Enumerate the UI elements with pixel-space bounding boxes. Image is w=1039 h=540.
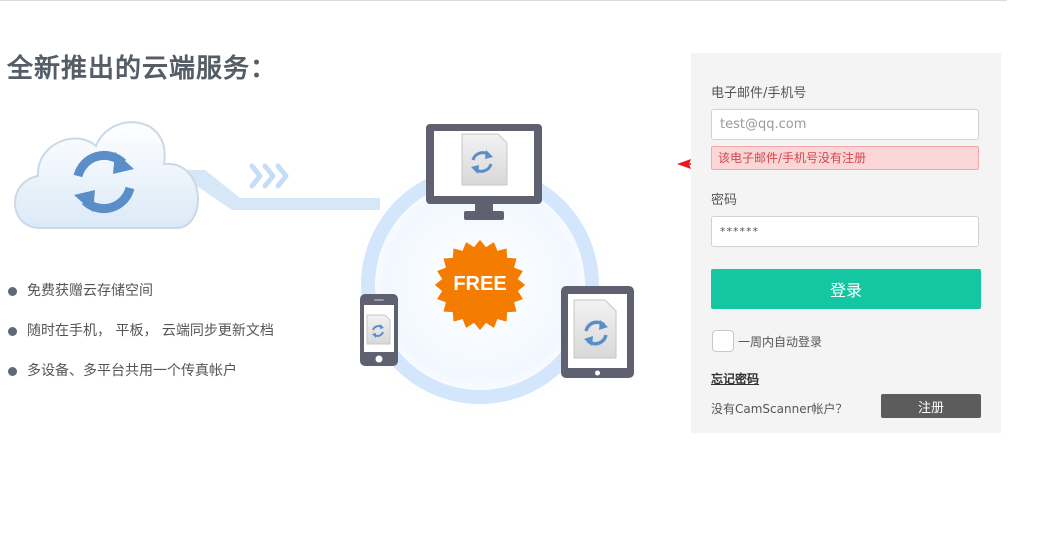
email-error-message: 该电子邮件/手机号没有注册 [711, 146, 979, 170]
feature-text: 随时在手机， 平板， 云端同步更新文档 [27, 323, 274, 339]
connector-band [185, 163, 380, 210]
feature-item: 多设备、多平台共用一个传真帐户 [8, 360, 274, 400]
remember-me-checkbox[interactable] [712, 330, 734, 352]
page-headline: 全新推出的云端服务： [7, 54, 278, 84]
top-divider [0, 0, 1007, 1]
email-label: 电子邮件/手机号 [711, 86, 807, 101]
login-panel: 电子邮件/手机号 该电子邮件/手机号没有注册 密码 登录 一周内自动登录 忘记密… [691, 53, 1001, 433]
free-badge-label: FREE [453, 273, 507, 295]
remember-me-label: 一周内自动登录 [738, 335, 823, 349]
bullet-icon [8, 367, 17, 376]
password-label: 密码 [711, 193, 738, 208]
cloud-sync-icon [14, 121, 199, 229]
register-button[interactable]: 注册 [881, 394, 981, 418]
forgot-password-link[interactable]: 忘记密码 [711, 370, 759, 387]
no-account-text: 没有CamScanner帐户？ [711, 402, 848, 416]
tablet-icon [561, 286, 634, 378]
feature-item: 随时在手机， 平板， 云端同步更新文档 [8, 320, 274, 360]
login-button[interactable]: 登录 [711, 269, 981, 309]
bullet-icon [8, 327, 17, 336]
feature-item: 免费获赠云存储空间 [8, 280, 274, 320]
feature-text: 免费获赠云存储空间 [27, 283, 153, 299]
feature-list: 免费获赠云存储空间 随时在手机， 平板， 云端同步更新文档 多设备、多平台共用一… [8, 280, 274, 400]
password-field[interactable] [711, 216, 979, 247]
email-field[interactable] [711, 109, 979, 140]
phone-icon [360, 294, 398, 366]
bullet-icon [8, 287, 17, 296]
feature-text: 多设备、多平台共用一个传真帐户 [27, 363, 237, 379]
